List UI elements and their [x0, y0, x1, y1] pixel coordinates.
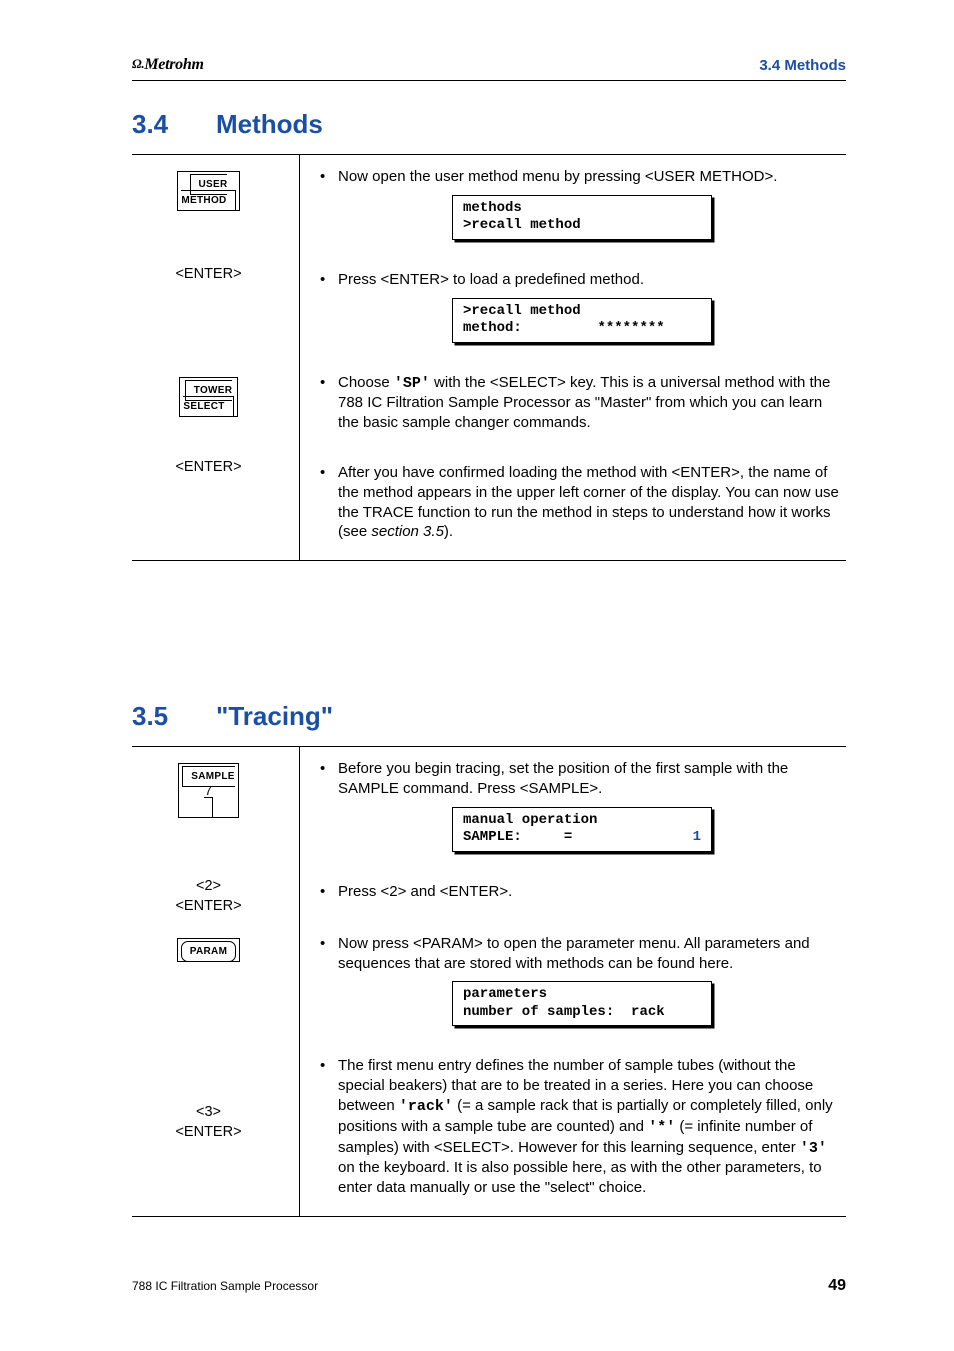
key-label-line1: SAMPLE — [191, 771, 234, 782]
enter-key-label: <ENTER> — [175, 459, 241, 475]
key-cell: <2> <ENTER> — [132, 870, 300, 922]
key-cell: <ENTER> — [132, 451, 300, 560]
key-label-line2: SELECT — [183, 401, 224, 412]
instruction-text: Now press <PARAM> to open the parameter … — [320, 934, 846, 974]
instruction-text: Press <ENTER> to load a predefined metho… — [320, 270, 846, 290]
instruction-text: Press <2> and <ENTER>. — [320, 882, 846, 902]
section-3.5-heading: 3.5"Tracing" — [132, 701, 846, 732]
sample-7-key-icon: SAMPLE 7 — [178, 763, 238, 818]
instruction-cell: Now press <PARAM> to open the parameter … — [300, 922, 846, 1045]
tower-select-key-icon: TOWER SELECT — [179, 377, 237, 417]
key-label-sub: 7 — [182, 784, 234, 798]
methods-table: USER METHOD Now open the user method men… — [132, 155, 846, 561]
page-header: Ω.Metrohm 3.4 Methods — [132, 56, 846, 74]
footer-left: 788 IC Filtration Sample Processor — [132, 1279, 318, 1293]
header-rule — [132, 80, 846, 81]
page-number: 49 — [828, 1277, 846, 1295]
instruction-cell: Now open the user method menu by pressin… — [300, 155, 846, 258]
key-cell: <ENTER> — [132, 258, 300, 361]
key-label-line1: TOWER — [194, 385, 233, 396]
instruction-text: Choose 'SP' with the <SELECT> key. This … — [320, 373, 846, 433]
instruction-cell: The first menu entry defines the number … — [300, 1044, 846, 1216]
brand-logo: Ω.Metrohm — [132, 56, 204, 74]
instruction-cell: After you have confirmed loading the met… — [300, 451, 846, 560]
instruction-text: After you have confirmed loading the met… — [320, 463, 846, 542]
instruction-cell: Choose 'SP' with the <SELECT> key. This … — [300, 361, 846, 451]
enter-key-label: <ENTER> — [132, 898, 285, 914]
lcd-display: >recall method method: ******** — [452, 298, 712, 343]
instruction-cell: Before you begin tracing, set the positi… — [300, 747, 846, 870]
param-key-icon: PARAM — [177, 938, 240, 962]
instruction-cell: Press <ENTER> to load a predefined metho… — [300, 258, 846, 361]
key-label-line1: USER — [199, 179, 228, 190]
key-label-line2: METHOD — [181, 195, 226, 206]
three-key-label: <3> — [132, 1104, 285, 1120]
enter-key-label: <ENTER> — [175, 266, 241, 282]
instruction-cell: Press <2> and <ENTER>. — [300, 870, 846, 922]
key-label: PARAM — [181, 941, 236, 962]
instruction-text: Now open the user method menu by pressin… — [320, 167, 846, 187]
key-cell: USER METHOD — [132, 155, 300, 258]
key-cell: TOWER SELECT — [132, 361, 300, 451]
lcd-display: parameters number of samples: rack — [452, 981, 712, 1026]
header-section-label: 3.4 Methods — [759, 57, 846, 74]
user-method-key-icon: USER METHOD — [177, 171, 239, 211]
lcd-display: methods >recall method — [452, 195, 712, 240]
lcd-display: manual operation SAMPLE: =1 — [452, 807, 712, 852]
section-3.4-heading: 3.4Methods — [132, 109, 846, 140]
instruction-text: The first menu entry defines the number … — [320, 1056, 846, 1198]
instruction-text: Before you begin tracing, set the positi… — [320, 759, 846, 799]
key-cell: <3> <ENTER> — [132, 1044, 300, 1216]
two-key-label: <2> — [132, 878, 285, 894]
page-footer: 788 IC Filtration Sample Processor 49 — [132, 1277, 846, 1295]
tracing-table: SAMPLE 7 Before you begin tracing, set t… — [132, 747, 846, 1217]
enter-key-label: <ENTER> — [132, 1124, 285, 1140]
key-cell: SAMPLE 7 — [132, 747, 300, 870]
key-cell: PARAM — [132, 922, 300, 1045]
